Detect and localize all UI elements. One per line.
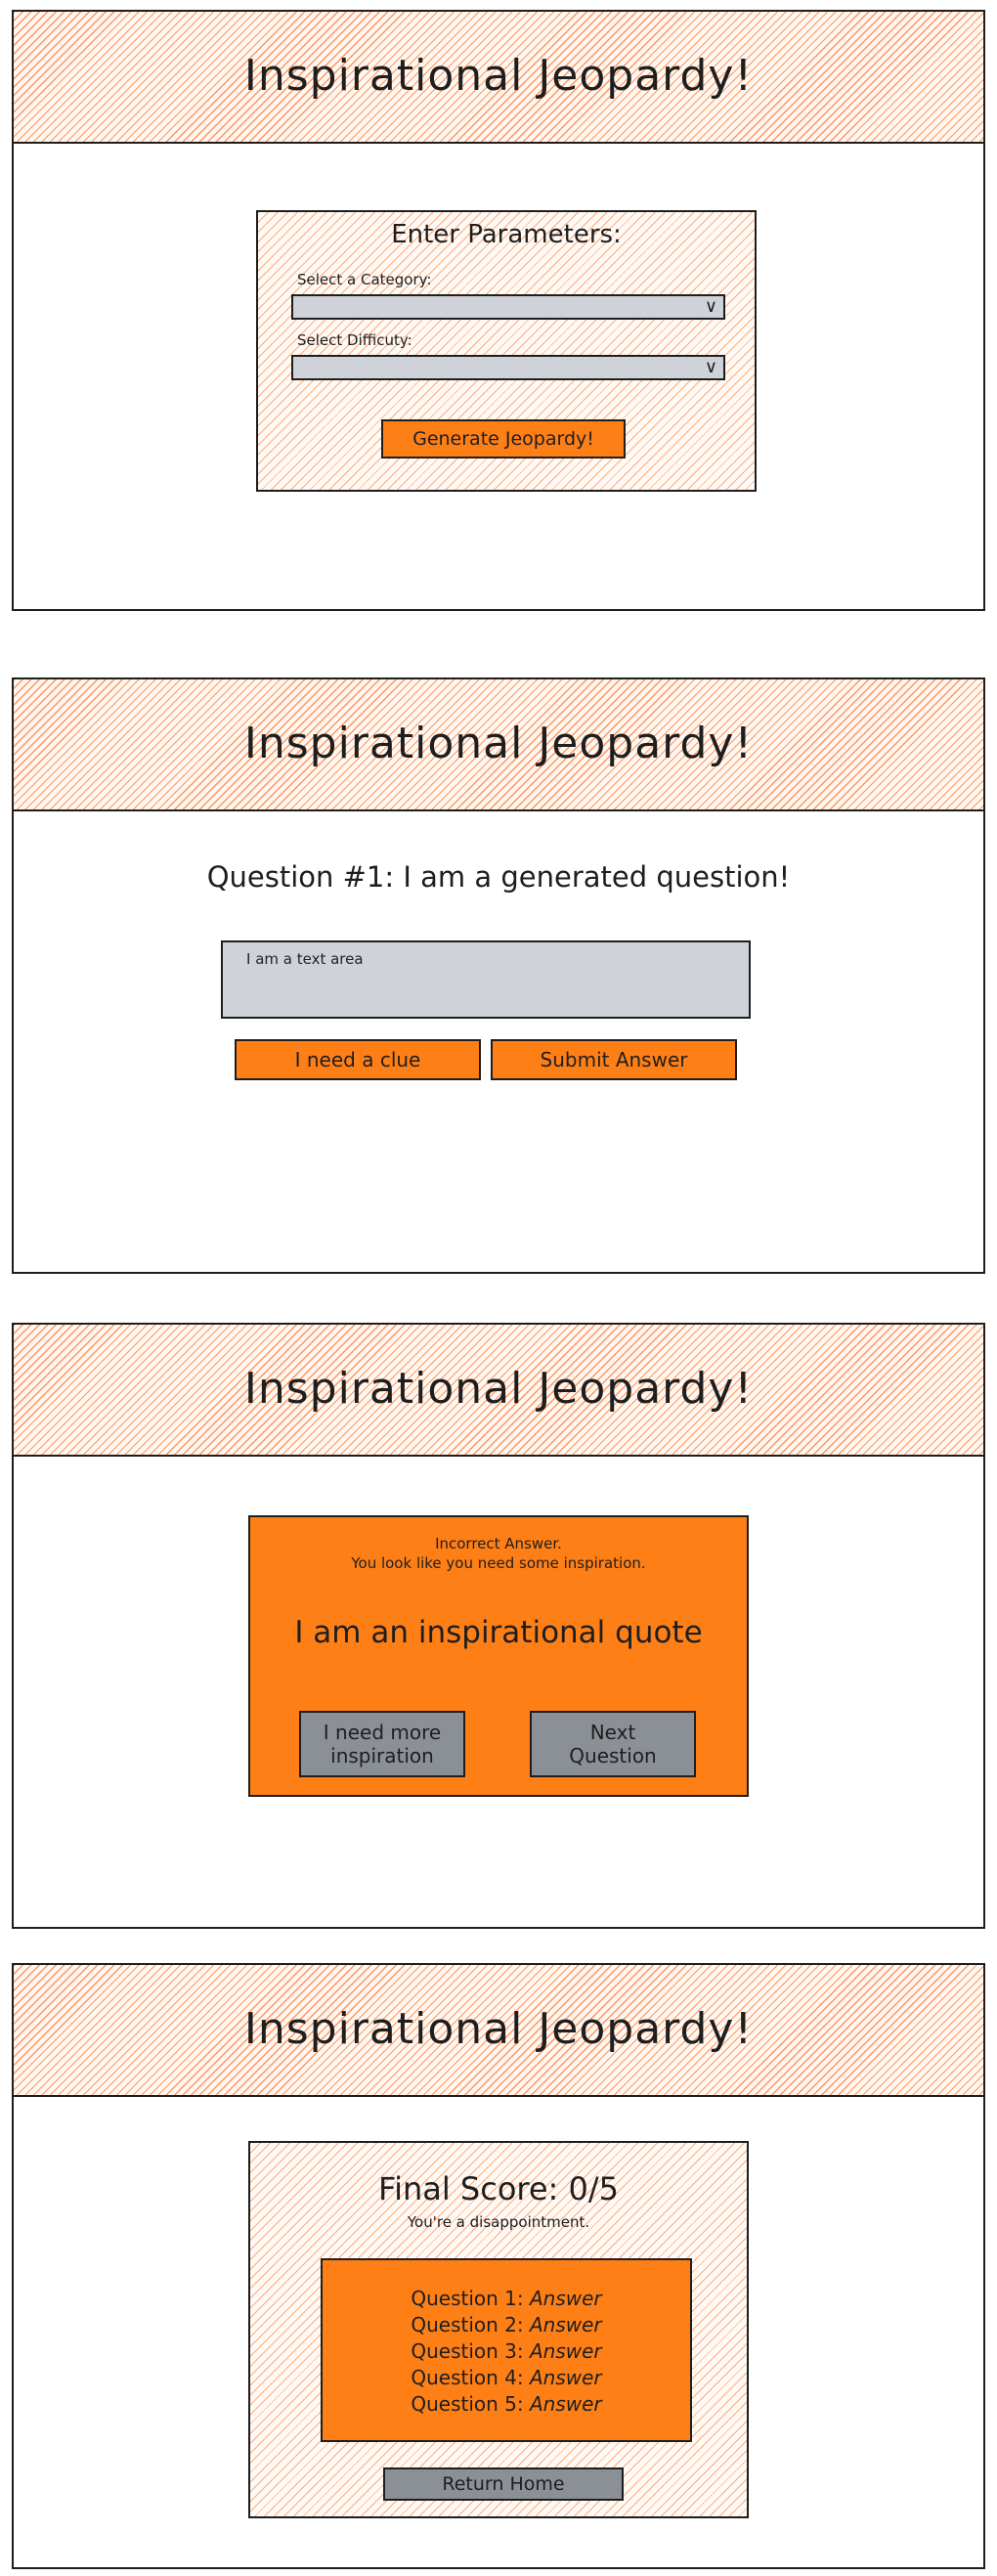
chevron-down-icon: ∨ xyxy=(704,357,717,377)
answer-label: Question 2: xyxy=(411,2313,524,2336)
textarea-placeholder: I am a text area xyxy=(246,950,364,968)
answer-row: Question 2: Answer xyxy=(323,2312,690,2338)
score-panel: Final Score: 0/5 You're a disappointment… xyxy=(248,2141,749,2518)
result-message: You look like you need some inspiration. xyxy=(351,1554,646,1572)
next-question-button[interactable]: Next Question xyxy=(530,1711,696,1777)
answer-row: Question 1: Answer xyxy=(323,2286,690,2312)
generate-jeopardy-button[interactable]: Generate Jeopardy! xyxy=(381,419,626,458)
app-title: Inspirational Jeopardy! xyxy=(243,2004,754,2054)
score-subtitle: You're a disappointment. xyxy=(407,2213,590,2231)
chevron-down-icon: ∨ xyxy=(704,296,717,317)
screen-question: Inspirational Jeopardy! Question #1: I a… xyxy=(12,677,985,1274)
answer-value: Answer xyxy=(529,2366,602,2389)
answer-row: Question 5: Answer xyxy=(323,2391,690,2418)
app-title: Inspirational Jeopardy! xyxy=(243,1364,754,1414)
more-inspiration-button[interactable]: I need more inspiration xyxy=(299,1711,465,1777)
result-status: Incorrect Answer. xyxy=(435,1535,562,1552)
answer-label: Question 3: xyxy=(411,2339,524,2363)
result-panel: Incorrect Answer. You look like you need… xyxy=(248,1515,749,1797)
difficulty-select[interactable]: ∨ xyxy=(291,355,725,380)
screen-parameters: Inspirational Jeopardy! Enter Parameters… xyxy=(12,10,985,611)
final-score: Final Score: 0/5 xyxy=(378,2170,619,2207)
return-home-button[interactable]: Return Home xyxy=(383,2467,624,2501)
answer-label: Question 1: xyxy=(411,2287,524,2310)
inspirational-quote: I am an inspirational quote xyxy=(294,1615,703,1650)
app-title: Inspirational Jeopardy! xyxy=(243,51,754,101)
answers-box: Question 1: Answer Question 2: Answer Qu… xyxy=(321,2258,692,2442)
difficulty-label: Select Difficuty: xyxy=(297,331,412,349)
category-select[interactable]: ∨ xyxy=(291,294,725,320)
answer-label: Question 4: xyxy=(411,2366,524,2389)
panel-title: Enter Parameters: xyxy=(391,220,622,249)
app-header: Inspirational Jeopardy! xyxy=(14,1965,983,2097)
app-header: Inspirational Jeopardy! xyxy=(14,679,983,811)
answer-value: Answer xyxy=(529,2392,602,2416)
parameters-panel: Enter Parameters: Select a Category: ∨ S… xyxy=(256,210,757,492)
app-header: Inspirational Jeopardy! xyxy=(14,1325,983,1457)
app-header: Inspirational Jeopardy! xyxy=(14,12,983,144)
answer-label: Question 5: xyxy=(411,2392,524,2416)
submit-answer-button[interactable]: Submit Answer xyxy=(491,1039,737,1080)
clue-button[interactable]: I need a clue xyxy=(235,1039,481,1080)
answer-value: Answer xyxy=(529,2287,602,2310)
answer-row: Question 4: Answer xyxy=(323,2365,690,2391)
answer-textarea[interactable]: I am a text area xyxy=(221,940,751,1019)
answer-row: Question 3: Answer xyxy=(323,2338,690,2365)
app-title: Inspirational Jeopardy! xyxy=(243,719,754,768)
question-text: Question #1: I am a generated question! xyxy=(206,860,791,894)
screen-result: Inspirational Jeopardy! Incorrect Answer… xyxy=(12,1323,985,1929)
answer-value: Answer xyxy=(529,2339,602,2363)
screen-final-score: Inspirational Jeopardy! Final Score: 0/5… xyxy=(12,1963,985,2569)
answer-value: Answer xyxy=(529,2313,602,2336)
category-label: Select a Category: xyxy=(297,271,432,288)
